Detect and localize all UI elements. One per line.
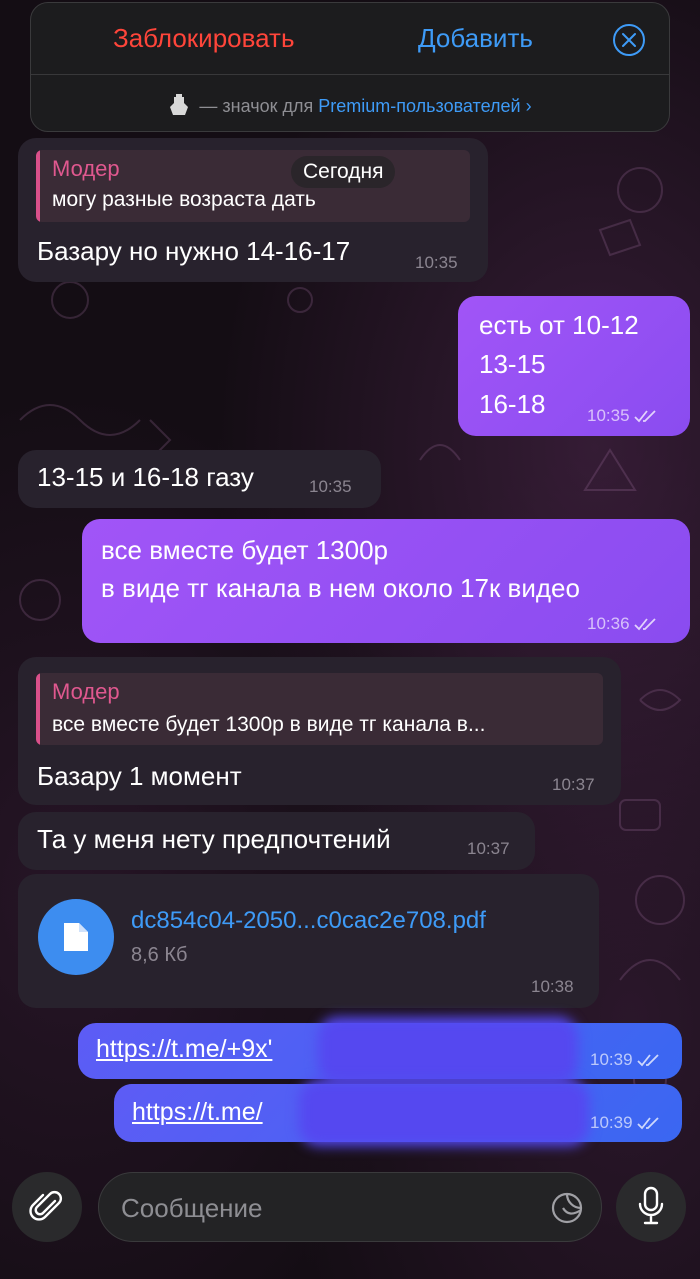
link-text[interactable]: https://t.me/+9x' xyxy=(96,1035,272,1064)
document-icon xyxy=(64,923,88,951)
block-button[interactable]: Заблокировать xyxy=(113,23,295,54)
message-time-text: 10:39 xyxy=(590,1050,633,1069)
incoming-message[interactable]: Модер все вместе будет 1300р в виде тг к… xyxy=(18,657,621,805)
premium-badge-icon xyxy=(170,94,189,115)
message-input-placeholder: Сообщение xyxy=(121,1193,263,1223)
file-download-button[interactable] xyxy=(38,899,114,975)
reply-quote[interactable]: Модер все вместе будет 1300р в виде тг к… xyxy=(36,673,603,745)
message-time: 10:39 xyxy=(590,1050,661,1070)
microphone-icon xyxy=(638,1186,664,1225)
message-line-3: 16-18 xyxy=(479,389,546,419)
incoming-message[interactable]: Та у меня нету предпочтений 10:37 xyxy=(18,812,535,870)
incoming-message[interactable]: Модер могу разные возраста дать Базару н… xyxy=(18,138,488,282)
message-time-text: 10:39 xyxy=(590,1113,633,1132)
message-time: 10:36 xyxy=(587,614,658,634)
message-time: 10:39 xyxy=(590,1113,661,1133)
message-line-1: есть от 10-12 xyxy=(479,310,639,340)
contact-action-banner: Заблокировать Добавить — значок для Prem… xyxy=(30,2,670,132)
premium-prefix-text: — значок для xyxy=(199,96,314,116)
file-message[interactable]: dc854c04-2050...c0cac2e708.pdf 8,6 Кб 10… xyxy=(18,874,599,1008)
outgoing-message[interactable]: все вместе будет 1300р в виде тг канала … xyxy=(82,519,690,643)
message-line-2: в виде тг канала в нем около 17к видео xyxy=(101,573,580,603)
close-icon xyxy=(622,33,636,47)
message-line-2: 13-15 xyxy=(479,349,546,379)
paperclip-icon xyxy=(29,1191,62,1221)
voice-message-button[interactable] xyxy=(616,1172,686,1242)
chevron-right-icon: › xyxy=(525,96,532,116)
message-input[interactable]: Сообщение xyxy=(98,1172,602,1242)
file-size: 8,6 Кб xyxy=(131,944,188,966)
premium-info-line[interactable]: — значок для Premium-пользователей › xyxy=(31,93,669,117)
read-ticks-icon xyxy=(636,1117,659,1130)
file-name[interactable]: dc854c04-2050...c0cac2e708.pdf xyxy=(131,907,486,935)
outgoing-link-message[interactable]: https://t.me/ 10:39 xyxy=(114,1080,682,1146)
read-ticks-icon xyxy=(633,618,656,631)
message-text: Базару но нужно 14-16-17 xyxy=(37,236,351,266)
sticker-icon[interactable] xyxy=(549,1190,585,1226)
message-text: Базару 1 момент xyxy=(37,761,242,791)
reply-text: могу разные возраста дать xyxy=(52,188,316,211)
message-line-1: все вместе будет 1300р xyxy=(101,535,389,565)
message-time-text: 10:36 xyxy=(587,614,630,633)
reply-quote[interactable]: Модер могу разные возраста дать xyxy=(36,150,470,222)
outgoing-message[interactable]: есть от 10-12 13-15 16-18 10:35 xyxy=(458,296,690,436)
link-text[interactable]: https://t.me/ xyxy=(132,1098,263,1127)
add-contact-button[interactable]: Добавить xyxy=(418,23,533,54)
redaction-mask xyxy=(299,1080,589,1146)
attach-button[interactable] xyxy=(12,1172,82,1242)
message-time-text: 10:35 xyxy=(587,406,630,425)
premium-link[interactable]: Premium-пользователей xyxy=(318,96,520,116)
message-time: 10:38 xyxy=(531,977,574,996)
reply-author: Модер xyxy=(52,156,120,181)
reply-author: Модер xyxy=(52,679,120,704)
message-time: 10:35 xyxy=(309,477,352,496)
message-text: Та у меня нету предпочтений xyxy=(37,824,391,854)
message-text: 13-15 и 16-18 газу xyxy=(37,462,254,492)
read-ticks-icon xyxy=(633,410,656,423)
outgoing-link-message[interactable]: https://t.me/+9x' 10:39 xyxy=(78,1017,682,1083)
message-time: 10:35 xyxy=(587,406,658,426)
reply-text: все вместе будет 1300р в виде тг канала … xyxy=(52,713,486,736)
message-time: 10:37 xyxy=(467,839,510,858)
redaction-mask xyxy=(318,1017,578,1083)
message-time: 10:37 xyxy=(552,775,595,794)
close-banner-button[interactable] xyxy=(613,24,645,56)
banner-actions-row: Заблокировать Добавить xyxy=(31,3,669,75)
incoming-message[interactable]: 13-15 и 16-18 газу 10:35 xyxy=(18,450,381,508)
message-time: 10:35 xyxy=(415,253,458,272)
date-separator: Сегодня xyxy=(291,156,396,188)
read-ticks-icon xyxy=(636,1054,659,1067)
